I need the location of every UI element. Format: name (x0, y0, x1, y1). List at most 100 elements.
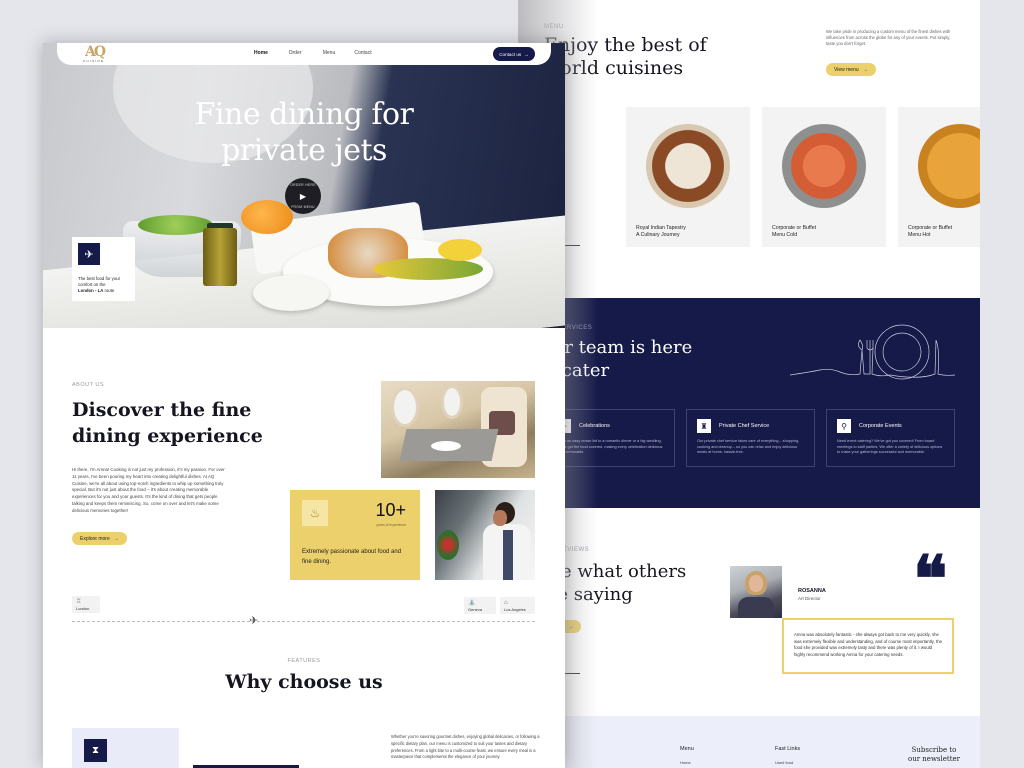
service-title: Corporate Events (859, 423, 902, 429)
testimonial-quote: Amna was absolutely fantastic - she alwa… (782, 618, 954, 674)
order-badge-top-text: ORDER HERE (290, 183, 316, 187)
city-name: Geneva (468, 607, 483, 612)
logo[interactable]: AQ CUISINE (77, 44, 117, 64)
dish-image (918, 124, 980, 208)
menu-title: Enjoy the best of world cuisines (544, 34, 744, 80)
nav-link-home[interactable]: Home (244, 50, 278, 56)
menu-card-subtitle: A Culinary Journey (636, 232, 680, 238)
city-name: Los Angeles (504, 607, 526, 612)
city-name: London (76, 606, 90, 611)
service-card-private-chef[interactable]: ♜ Private Chef Service Our private chef … (686, 409, 815, 467)
about-title: Discover the fine dining experience (72, 397, 263, 449)
service-card-celebrations[interactable]: ✦ Celebrations From an easy crown list t… (546, 409, 675, 467)
reviewer-name: ROSANNA (798, 588, 826, 594)
hero-section: Fine dining for private jets ORDER HERE … (43, 43, 565, 328)
menu-card[interactable]: Corporate or Buffet Menu Hot (898, 107, 980, 247)
menu-card-caption: Royal Indian Tapestry A Culinary Journey (636, 225, 686, 239)
menu-card-subtitle: Menu Hot (908, 232, 931, 238)
logo-mark: AQ (85, 44, 106, 60)
features-body: Whether you're savoring gourmet dishes, … (391, 734, 540, 760)
play-icon: ▶ (299, 191, 307, 201)
footer-fast-links-heading: Fast Links (775, 746, 801, 752)
hero-title: Fine dining for private jets (43, 97, 565, 169)
plane-icon: ✈ (249, 615, 259, 627)
service-card-corporate-events[interactable]: ⚲ Corporate Events Need event catering? … (826, 409, 955, 467)
nav-link-menu[interactable]: Menu (312, 50, 346, 56)
experience-number: 10+ (375, 500, 406, 520)
menu-eyebrow: MENU (544, 24, 564, 30)
big-ben-icon: ♖ (76, 599, 82, 605)
toast-icon: ⚲ (837, 419, 851, 433)
route-name: London - LA (78, 288, 104, 293)
chef-icon: ♜ (697, 419, 711, 433)
menu-card[interactable]: Corporate or Buffet Menu Cold (762, 107, 886, 247)
order-here-button[interactable]: ORDER HERE ▶ FROM MENU (285, 178, 321, 214)
newsletter-heading: Subscribe to our newsletter (908, 746, 960, 764)
view-menu-label: View menu (834, 66, 859, 73)
newsletter-line2: our newsletter (908, 755, 961, 763)
about-body: Hi there, I'm Amna! Cooking is not just … (72, 467, 225, 513)
service-description: Need event catering? We've got you cover… (837, 439, 943, 455)
hero-title-line1: Fine dining for (194, 97, 414, 132)
menu-card-caption: Corporate or Buffet Menu Cold (772, 225, 816, 239)
route-suffix: route (103, 288, 115, 293)
chef-photo (435, 490, 535, 580)
menu-card-caption: Corporate or Buffet Menu Hot (908, 225, 952, 239)
landmark-icon: ⌂ (504, 600, 508, 606)
service-description: From an easy crown list to a romantic di… (557, 439, 663, 455)
services-list: ✦ Celebrations From an easy crown list t… (546, 409, 955, 467)
arrow-right-icon: → (568, 623, 574, 630)
contact-us-label: Contact us (499, 51, 522, 57)
city-geneva: ⛲ Geneva (464, 597, 496, 614)
quote-icon: ❝ (913, 542, 948, 617)
footer-menu-column: Menu Home (680, 746, 694, 765)
explore-more-label: Explore more (80, 535, 110, 542)
route-card: ✈ The best food for your comfort on the … (72, 237, 135, 301)
plate-cutlery-illustration (790, 324, 955, 380)
service-title: Private Chef Service (719, 423, 770, 429)
catering-section: SERVICES Our team is here to cater ✦ Cel… (518, 298, 980, 508)
hero-title-line2: private jets (221, 133, 387, 168)
experience-label: years of experience (376, 523, 406, 527)
top-navbar: AQ CUISINE Home Order Menu Contact Conta… (57, 43, 551, 65)
menu-card-subtitle: Menu Cold (772, 232, 798, 238)
features-eyebrow: FEATURES (287, 658, 321, 664)
flight-route-line (72, 621, 535, 622)
route-text-line3: London - LA route (78, 288, 129, 294)
arrow-right-icon: → (113, 535, 119, 542)
menu-card-title: Corporate or Buffet (908, 225, 953, 231)
about-title-line1: Discover the fine (72, 399, 252, 421)
reviewer-role: Art Director (798, 596, 821, 601)
about-eyebrow: ABOUT US (72, 382, 105, 388)
route-card-text: The best food for your comfort on the Lo… (78, 276, 129, 294)
dish-image (646, 124, 730, 208)
footer-link-home[interactable]: Home (680, 760, 694, 765)
avatar (730, 566, 782, 618)
menu-card[interactable]: Royal Indian Tapestry A Culinary Journey (626, 107, 750, 247)
menu-title-line2: world cuisines (544, 57, 684, 79)
menu-cards: Royal Indian Tapestry A Culinary Journey… (626, 107, 980, 247)
footer-menu-heading: Menu (680, 746, 694, 752)
nav-link-contact[interactable]: Contact (346, 50, 380, 56)
features-title: Why choose us (225, 671, 383, 693)
fountain-icon: ⛲ (468, 600, 476, 606)
nav-links: Home Order Menu Contact (244, 50, 380, 56)
contact-us-button[interactable]: Contact us → (493, 47, 535, 61)
clipboard-icon: ⧗ (84, 739, 107, 762)
menu-title-line1: Enjoy the best of (544, 34, 707, 56)
explore-more-button[interactable]: Explore more → (72, 532, 127, 545)
footer-link-used-food[interactable]: Used food (775, 760, 800, 765)
menu-card-title: Royal Indian Tapestry (636, 225, 686, 231)
dish-image (782, 124, 866, 208)
jet-cabin-photo (381, 381, 535, 478)
plane-icon: ✈ (78, 243, 100, 265)
experience-text: Extremely passionate about food and fine… (302, 549, 402, 565)
view-menu-button[interactable]: View menu → (826, 63, 876, 76)
chef-hat-icon: ♨ (302, 500, 328, 526)
newsletter-line1: Subscribe to (911, 746, 957, 754)
nav-link-order[interactable]: Order (278, 50, 312, 56)
service-description: Our private chef service takes care of e… (697, 439, 800, 455)
footer: Menu Home Fast Links Used food Subscribe… (518, 716, 980, 768)
menu-page-panel: MENU Enjoy the best of world cuisines We… (518, 0, 980, 768)
arrow-right-icon: → (862, 66, 868, 73)
